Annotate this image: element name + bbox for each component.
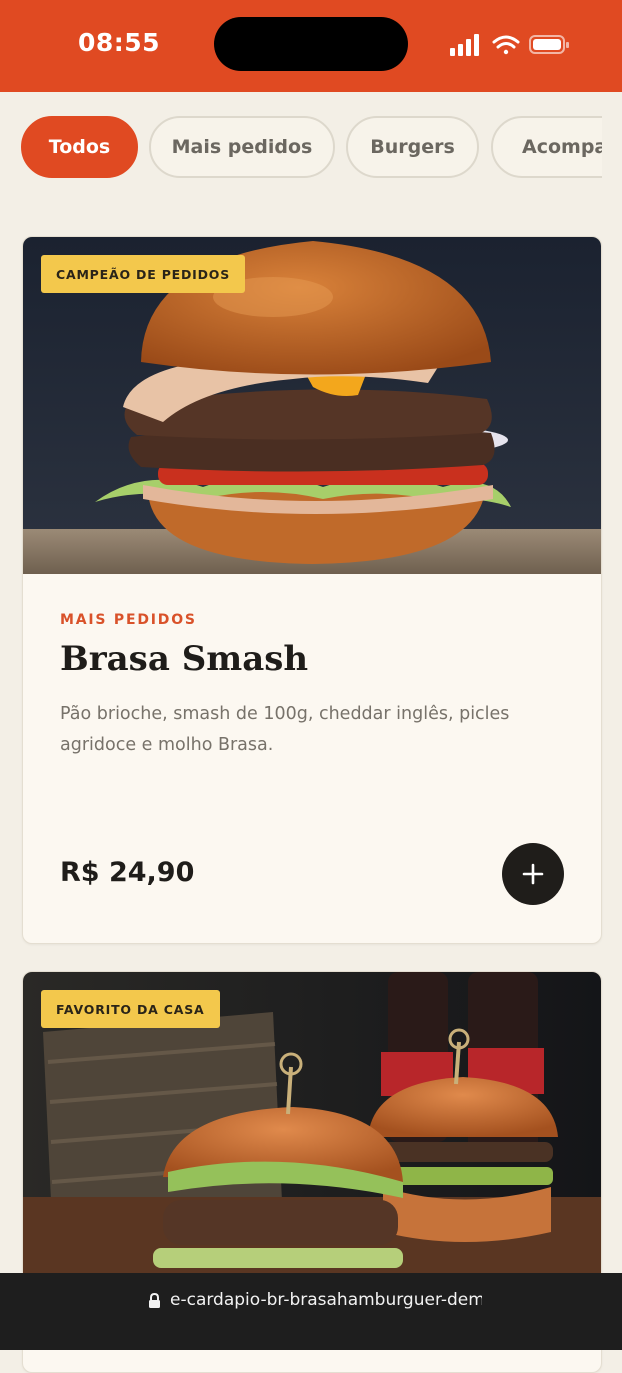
plus-icon [522,863,544,885]
product-category: MAIS PEDIDOS [60,612,197,628]
category-filter-bar: Todos Mais pedidos Burgers Acompanhament… [0,116,602,182]
url-text: e-cardapio-br-brasahamburguer-demo [170,1290,482,1310]
lock-icon [149,1292,160,1308]
status-bar: 08:55 [0,0,622,92]
product-card[interactable]: CAMPEÃO DE PEDIDOS MAIS PEDIDOS Brasa Sm… [22,236,602,944]
status-time: 08:55 [78,28,161,57]
signal-icon [450,34,479,56]
filter-chip-todos[interactable]: Todos [21,116,138,178]
battery-icon [529,35,569,54]
dynamic-island [214,17,408,71]
status-icons [450,34,569,56]
product-description: Pão brioche, smash de 100g, cheddar ingl… [60,704,510,755]
filter-chip-acompanhamentos[interactable]: Acompanhamentos [491,116,602,178]
product-price: R$ 24,90 [60,857,195,888]
product-badge: CAMPEÃO DE PEDIDOS [41,255,246,293]
filter-chip-mais-pedidos[interactable]: Mais pedidos [149,116,335,178]
wifi-icon [492,35,520,55]
product-title: Brasa Smash [60,639,309,679]
product-badge: FAVORITO DA CASA [41,990,220,1028]
filter-chip-burgers[interactable]: Burgers [346,116,479,178]
browser-url-bar[interactable]: e-cardapio-br-brasahamburguer-demo [0,1273,622,1350]
add-to-cart-button[interactable] [502,843,564,905]
